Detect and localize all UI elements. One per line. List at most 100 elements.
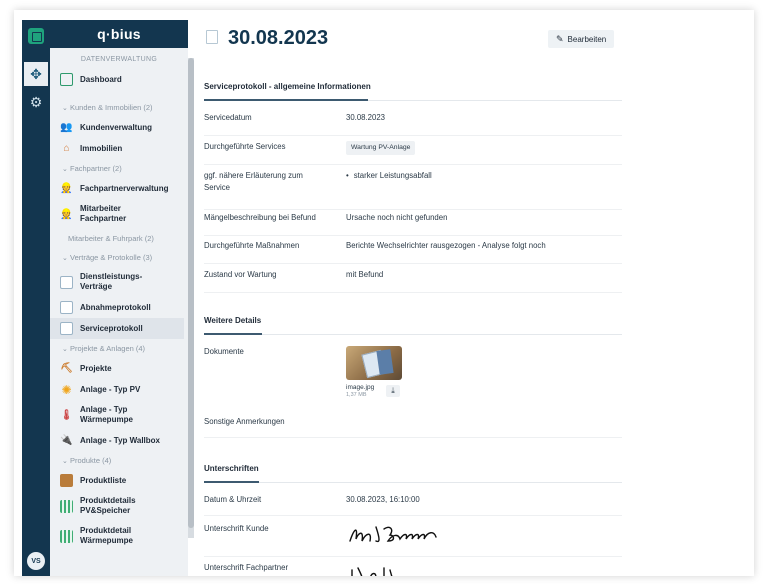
sidebar-item-produktdetails-pv[interactable]: Produktdetails PV&Speicher [50, 491, 188, 521]
field-label: Dokumente [204, 347, 244, 356]
sidebar-item-immobilien[interactable]: ⌂ Immobilien [50, 138, 188, 159]
section-heading-unterschriften: Unterschriften [204, 464, 259, 473]
field-value: Ursache noch nicht gefunden [346, 213, 448, 222]
sidebar-item-label: Serviceprotokoll [80, 324, 143, 333]
sidebar-item-mitarbeiter-fachpartner[interactable]: 👷 Mitarbeiter Fachpartner [50, 199, 188, 229]
brand-logo[interactable]: q·bius [50, 20, 188, 48]
edit-button[interactable]: ✎ Bearbeiten [548, 30, 615, 48]
sidebar-item-anlage-waermepumpe[interactable]: 🌡 Anlage - Typ Wärmepumpe [50, 400, 188, 430]
document-icon [60, 301, 73, 314]
page-header: 30.08.2023 ✎ Bearbeiten [204, 24, 644, 56]
gear-icon[interactable]: ⚙ [24, 90, 48, 114]
field-row-zustand: Zustand vor Wartung mit Befund [204, 269, 622, 293]
document-icon [60, 275, 73, 289]
table-icon [60, 529, 73, 543]
customer-signature [349, 526, 437, 543]
field-label: Mängelbeschreibung bei Befund [204, 213, 316, 222]
sidebar-item-abnahmeprotokoll[interactable]: Abnahmeprotokoll [50, 297, 188, 318]
sidebar-item-produktdetail-waermepumpe[interactable]: Produktdetail Wärmepumpe [50, 521, 188, 551]
sidebar-item-anlage-wallbox[interactable]: 🔌 Anlage - Typ Wallbox [50, 430, 188, 451]
icon-rail: ✥ ⚙ VS [22, 20, 50, 576]
field-row-unterschrift-kunde: Unterschrift Kunde [204, 523, 622, 557]
sidebar-item-produktliste[interactable]: Produktliste [50, 470, 188, 491]
document-thumbnail[interactable] [346, 346, 402, 380]
file-name[interactable]: image.jpg [346, 384, 374, 391]
section-underline [204, 99, 368, 101]
sidebar-section-vertraege[interactable]: ⌄ Verträge & Protokolle (3) [50, 248, 188, 267]
sidebar-item-dienstleistungs-vertraege[interactable]: Dienstleistungs-Verträge [50, 267, 188, 297]
section-label: Produkte (4) [70, 456, 112, 465]
crane-icon: ⛏ [60, 363, 73, 374]
field-row-dokumente: Dokumente image.jpg 1,37 MB ⤓ [204, 346, 622, 408]
sidebar-item-dashboard[interactable]: Dashboard [50, 69, 188, 90]
partner-signature [351, 567, 393, 576]
table-icon [60, 499, 73, 513]
field-label: Sonstige Anmerkungen [204, 417, 285, 426]
sidebar-section-mitarbeiter[interactable]: Mitarbeiter & Fuhrpark (2) [50, 229, 188, 248]
sidebar-section-fachpartner[interactable]: ⌄ Fachpartner (2) [50, 159, 188, 178]
sidebar-item-kundenverwaltung[interactable]: 👥 Kundenverwaltung [50, 117, 188, 138]
avatar[interactable]: VS [27, 552, 45, 570]
divider [204, 482, 622, 483]
field-label: ggf. nähere Erläuterung zum Service [204, 171, 303, 192]
sidebar-item-label: Mitarbeiter Fachpartner [80, 204, 127, 223]
field-label: Durchgeführte Maßnahmen [204, 241, 300, 250]
section-label: Verträge & Protokolle (3) [70, 253, 153, 262]
sidebar-scrollbar[interactable] [188, 58, 194, 538]
partner-icon: 👷 [60, 183, 73, 194]
sidebar-item-label: Anlage - Typ PV [80, 385, 141, 394]
sidebar-section-kunden[interactable]: ⌄ Kunden & Immobilien (2) [50, 98, 188, 117]
field-row-unterschrift-fachpartner: Unterschrift Fachpartner [204, 562, 622, 576]
field-value: 30.08.2023, 16:10:00 [346, 495, 420, 504]
scrollbar-thumb[interactable] [188, 58, 194, 528]
section-label: Projekte & Anlagen (4) [70, 344, 146, 353]
app-logo-icon[interactable] [28, 28, 44, 44]
sidebar-nav: DATENVERWALTUNG Dashboard ⌄ Kunden & Imm… [50, 48, 188, 551]
field-label: Unterschrift Kunde [204, 524, 269, 533]
sidebar-item-projekte[interactable]: ⛏ Projekte [50, 358, 188, 379]
sidebar-section-produkte[interactable]: ⌄ Produkte (4) [50, 451, 188, 470]
chevron-down-icon: ⌄ [62, 254, 68, 262]
file-size: 1,37 MB [346, 392, 367, 398]
field-row-servicedatum: Servicedatum 30.08.2023 [204, 112, 622, 136]
app-window: ✥ ⚙ VS q·bius DATENVERWALTUNG Dashboard … [14, 10, 754, 576]
sidebar-item-label: Fachpartnerverwaltung [80, 184, 169, 193]
sidebar-item-label: Kundenverwaltung [80, 123, 153, 132]
field-label: Unterschrift Fachpartner [204, 563, 289, 572]
field-value: mit Befund [346, 270, 384, 279]
sidebar-item-label: Dashboard [80, 75, 122, 84]
chevron-down-icon: ⌄ [62, 345, 68, 353]
chevron-down-icon: ⌄ [62, 104, 68, 112]
bullet-text: starker Leistungsabfall [353, 171, 432, 180]
sidebar-section-projekte[interactable]: ⌄ Projekte & Anlagen (4) [50, 339, 188, 358]
sidebar-item-serviceprotokoll[interactable]: Serviceprotokoll [50, 318, 184, 339]
field-value: Wartung PV-Anlage [346, 141, 416, 155]
download-icon[interactable]: ⤓ [386, 385, 400, 397]
customers-icon: 👥 [60, 122, 73, 133]
field-value: Berichte Wechselrichter rausgezogen - An… [346, 241, 546, 250]
dashboard-icon [60, 73, 73, 86]
field-value: starker Leistungsabfall [346, 170, 432, 182]
field-row-services: Durchgeführte Services Wartung PV-Anlage [204, 141, 622, 165]
sidebar-item-label: Immobilien [80, 144, 123, 153]
service-tag: Wartung PV-Anlage [346, 141, 416, 155]
sidebar-item-anlage-pv[interactable]: ✺ Anlage - Typ PV [50, 379, 188, 400]
field-value: 30.08.2023 [346, 113, 386, 122]
divider [204, 334, 622, 335]
chevron-down-icon: ⌄ [62, 165, 68, 173]
section-underline [204, 333, 262, 335]
sidebar-item-label: Anlage - Typ Wärmepumpe [80, 405, 133, 424]
page-title: 30.08.2023 [228, 27, 329, 49]
data-management-icon[interactable]: ✥ [24, 62, 48, 86]
thermometer-icon: 🌡 [60, 409, 73, 421]
field-label: Zustand vor Wartung [204, 270, 277, 279]
document-icon [206, 30, 218, 44]
field-row-anmerkungen: Sonstige Anmerkungen [204, 416, 622, 438]
section-heading-details: Weitere Details [204, 316, 262, 325]
sidebar-section-datenverwaltung: DATENVERWALTUNG [80, 56, 158, 63]
sidebar-item-label: Anlage - Typ Wallbox [80, 436, 161, 445]
sidebar-item-fachpartnerverwaltung[interactable]: 👷 Fachpartnerverwaltung [50, 178, 188, 199]
house-icon: ⌂ [63, 143, 70, 154]
sidebar-item-label: Produktliste [80, 476, 127, 485]
plug-icon: 🔌 [60, 435, 73, 446]
